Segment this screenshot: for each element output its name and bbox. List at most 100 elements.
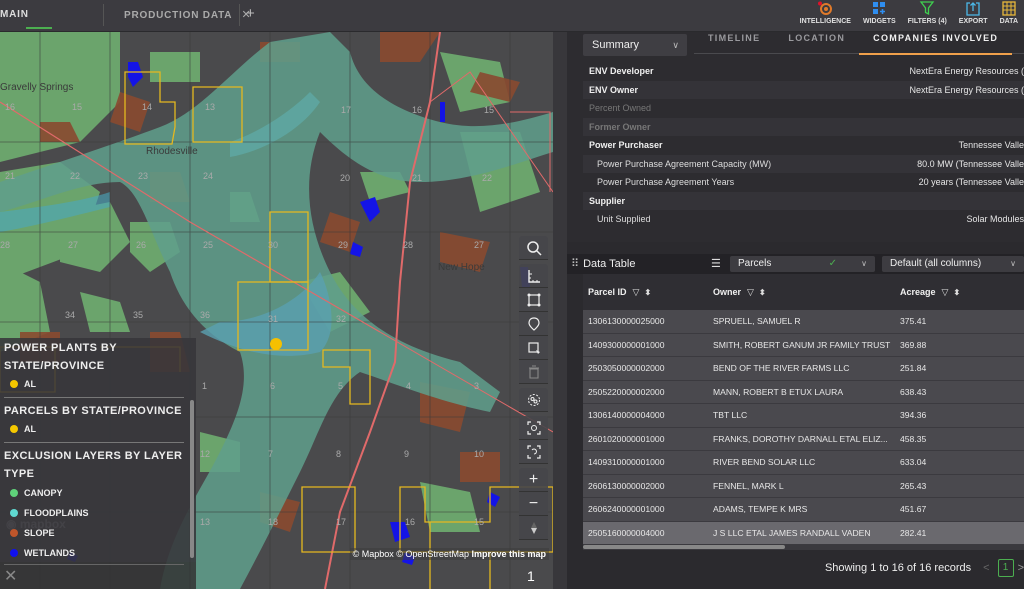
filters-button[interactable]: FILTERS (4): [902, 0, 953, 32]
map-search-button[interactable]: [519, 236, 548, 260]
section-number: 18: [268, 517, 278, 527]
section-number: 9: [404, 449, 409, 459]
intelligence-button[interactable]: INTELLIGENCE: [794, 0, 857, 32]
export-icon: [965, 1, 981, 16]
section-number: 4: [406, 381, 411, 391]
tab-label: PRODUCTION DATA: [124, 10, 232, 21]
legend-item[interactable]: AL: [4, 420, 196, 438]
section-number: 22: [482, 173, 492, 183]
tab-substation[interactable]: SUBST: [1012, 32, 1024, 53]
select-rectangle-button[interactable]: [519, 336, 548, 360]
detail-row-label: Former Owner: [589, 121, 651, 132]
columns-select[interactable]: Default (all columns) ∨: [882, 256, 1024, 272]
improve-map-link[interactable]: Improve this map: [471, 549, 546, 559]
column-settings-icon[interactable]: ☰: [711, 257, 721, 270]
detail-row-value: NextEra Energy Resources (: [909, 84, 1024, 95]
measure-button[interactable]: [519, 264, 548, 288]
detail-row-label: Unit Supplied: [597, 214, 651, 225]
power-plant-marker[interactable]: [270, 338, 282, 350]
widgets-button[interactable]: WIDGETS: [857, 0, 902, 32]
filter-icon[interactable]: ▽: [633, 287, 640, 298]
draw-polygon-button[interactable]: [519, 312, 548, 336]
column-header-owner[interactable]: Owner ▽ ⬍: [713, 287, 900, 298]
sort-icon[interactable]: ⬍: [759, 288, 766, 297]
table-row[interactable]: 2601020000001000 FRANKS, DOROTHY DARNALL …: [583, 427, 1024, 451]
compass-button[interactable]: [519, 516, 548, 540]
summary-select[interactable]: Summary ∨: [583, 34, 687, 56]
detail-row-label: Percent Owned: [589, 103, 652, 114]
legend-item-label: AL: [24, 424, 36, 434]
legend-item[interactable]: AL: [4, 375, 196, 393]
page-button-current[interactable]: 1: [997, 559, 1014, 577]
legend-group-title: PARCELS BY STATE/PROVINCE: [4, 405, 182, 417]
legend-item[interactable]: FLOODPLAINS: [4, 503, 196, 523]
mapbox-attribution-link[interactable]: © Mapbox: [353, 549, 394, 559]
zoom-in-button[interactable]: +: [519, 468, 548, 492]
table-row[interactable]: 2503050000002000 BEND OF THE RIVER FARMS …: [583, 357, 1024, 381]
map-attribution: © Mapbox © OpenStreetMap Improve this ma…: [349, 548, 549, 560]
table-row[interactable]: 2606240000001000 ADAMS, TEMPE K MRS 451.67: [583, 498, 1024, 522]
table-row[interactable]: 1409300000001000 SMITH, ROBERT GANUM JR F…: [583, 333, 1024, 357]
locate-button[interactable]: [519, 440, 548, 464]
next-page-button[interactable]: >: [1018, 562, 1024, 574]
tab-main-dashboard[interactable]: MAIN DASHBOARD: [0, 0, 103, 50]
cell-acreage: 369.88: [900, 339, 927, 350]
layer-select-value: Parcels: [738, 258, 772, 269]
legend-scrollbar[interactable]: [190, 400, 194, 558]
section-number: 17: [341, 105, 351, 115]
table-row[interactable]: 2505220000002000 MANN, ROBERT B ETUX LAUR…: [583, 380, 1024, 404]
drag-handle-icon[interactable]: ⠿: [571, 258, 579, 270]
detail-row: Power Purchase Agreement Capacity (MW) 80…: [583, 154, 1024, 173]
table-row[interactable]: 2606130000002000 FENNEL, MARK L 265.43: [583, 474, 1024, 498]
filter-icon[interactable]: ▽: [942, 287, 949, 298]
cell-owner: ADAMS, TEMPE K MRS: [713, 504, 808, 515]
table-row[interactable]: 2505160000004000 J S LLC ETAL JAMES RANDA…: [583, 521, 1024, 545]
tab-divider: [239, 4, 240, 26]
zoom-out-button[interactable]: −: [519, 492, 548, 516]
column-header-label: Acreage: [900, 287, 936, 297]
data-table-title: ⠿ Data Table: [571, 257, 635, 270]
table-row[interactable]: 1306130000025000 SPRUELL, SAMUEL R 375.41: [583, 310, 1024, 334]
detail-tabs: TIMELINE LOCATION COMPANIES INVOLVED SUB…: [694, 32, 1024, 55]
tool-label: FILTERS (4): [907, 18, 947, 25]
panel-splitter[interactable]: [553, 32, 567, 589]
section-number: 5: [338, 381, 343, 391]
delete-shape-button[interactable]: [519, 360, 548, 384]
table-row[interactable]: 1409310000001000 RIVER BEND SOLAR LLC 633.…: [583, 451, 1024, 475]
column-header-parcel-id[interactable]: Parcel ID ▽ ⬍: [583, 287, 713, 298]
osm-attribution-link[interactable]: © OpenStreetMap: [396, 549, 469, 559]
tab-location[interactable]: LOCATION: [774, 32, 859, 53]
table-header-row: Parcel ID ▽ ⬍ Owner ▽ ⬍ Acreage ▽ ⬍: [583, 274, 1024, 310]
filter-icon[interactable]: ▽: [747, 287, 754, 298]
detail-row-value: 20 years (Tennessee Valle: [918, 177, 1024, 188]
draw-rectangle-button[interactable]: [519, 288, 548, 312]
cell-parcel-id: 2606130000002000: [588, 480, 665, 491]
tab-timeline[interactable]: TIMELINE: [694, 32, 774, 53]
column-header-acreage[interactable]: Acreage ▽ ⬍: [900, 287, 1024, 298]
add-tab-button[interactable]: +: [246, 5, 255, 22]
cell-owner: RIVER BEND SOLAR LLC: [713, 457, 816, 468]
detail-row: Power Purchaser Tennessee Valle: [583, 136, 1024, 155]
sort-icon[interactable]: ⬍: [953, 288, 960, 297]
legend-item[interactable]: CANOPY: [4, 483, 196, 503]
data-button[interactable]: DATA: [994, 0, 1024, 32]
fullscreen-button[interactable]: [519, 416, 548, 440]
tab-companies-involved[interactable]: COMPANIES INVOLVED: [859, 32, 1013, 55]
lasso-button[interactable]: [519, 388, 548, 412]
table-horizontal-scrollbar[interactable]: [583, 545, 785, 549]
pagination: Showing 1 to 16 of 16 records < 1 >: [825, 558, 1024, 578]
table-row[interactable]: 1306140000004000 TBT LLC 394.36: [583, 404, 1024, 428]
layer-select[interactable]: Parcels ✓ ∨: [730, 256, 875, 272]
tool-label: WIDGETS: [862, 18, 896, 25]
export-button[interactable]: EXPORT: [953, 0, 994, 32]
tab-production-data[interactable]: PRODUCTION DATA ✕: [124, 0, 252, 32]
legend-item[interactable]: SLOPE: [4, 523, 196, 543]
previous-page-button[interactable]: <: [983, 562, 989, 574]
chevron-down-icon: ∨: [1010, 259, 1016, 268]
legend-item[interactable]: WETLANDS: [4, 543, 196, 562]
place-label: Rhodesville: [146, 146, 198, 157]
sort-icon[interactable]: ⬍: [644, 288, 651, 297]
close-legend-icon[interactable]: ✕: [4, 566, 17, 586]
section-number: 8: [336, 449, 341, 459]
section-number: 6: [270, 381, 275, 391]
